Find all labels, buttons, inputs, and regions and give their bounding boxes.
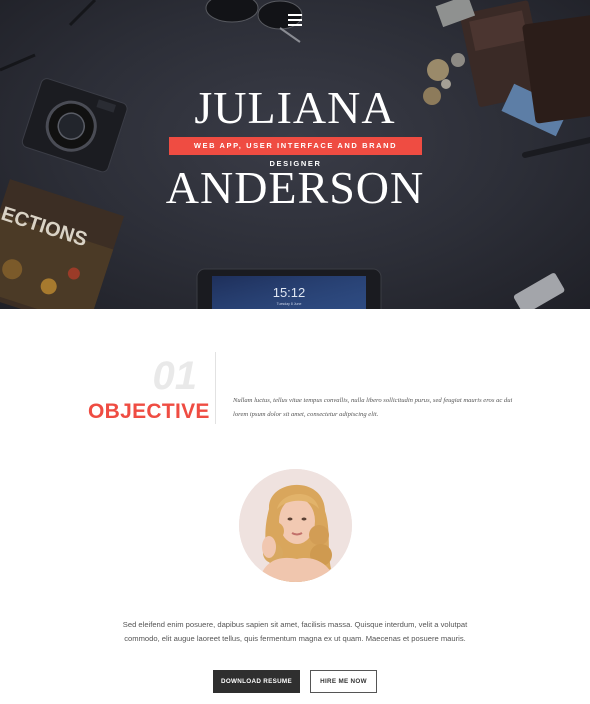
bio-text: Sed eleifend enim posuere, dapibus sapie… xyxy=(100,618,490,646)
hire-me-button[interactable]: HIRE ME NOW xyxy=(310,670,377,693)
phone-icon xyxy=(513,273,565,309)
profile-photo xyxy=(239,469,352,582)
hero-section: ECTIONS 15:12 Tuesday 8 June JULIANA WEB… xyxy=(0,0,590,309)
objective-text-line: lorem ipsum dolor sit amet, consectetur … xyxy=(233,411,379,418)
section-divider xyxy=(215,352,216,424)
pen-icon xyxy=(522,137,590,158)
download-resume-button[interactable]: DOWNLOAD RESUME xyxy=(213,670,300,693)
hero-subtitle-badge: WEB APP, USER INTERFACE AND BRAND DESIGN… xyxy=(169,137,422,168)
hero-last-name: ANDERSON xyxy=(165,162,425,213)
avatar xyxy=(239,469,352,582)
objective-text-line: Nullam luctus, tellus vitae tempus conva… xyxy=(233,397,513,404)
section-number: 01 xyxy=(152,354,198,398)
section-title: OBJECTIVE xyxy=(88,400,210,423)
tablet-date: Tuesday 8 June xyxy=(277,302,302,306)
hero-first-name: JULIANA xyxy=(194,82,396,133)
bio-text-line: Sed eleifend enim posuere, dapibus sapie… xyxy=(122,620,468,629)
hamburger-icon xyxy=(288,14,302,16)
menu-button[interactable] xyxy=(288,14,302,26)
bio-text-line: commodo, elit augue laoreet tellus, quis… xyxy=(124,634,466,643)
objective-text: Nullam luctus, tellus vitae tempus conva… xyxy=(233,394,523,422)
tablet-time: 15:12 xyxy=(273,285,306,300)
